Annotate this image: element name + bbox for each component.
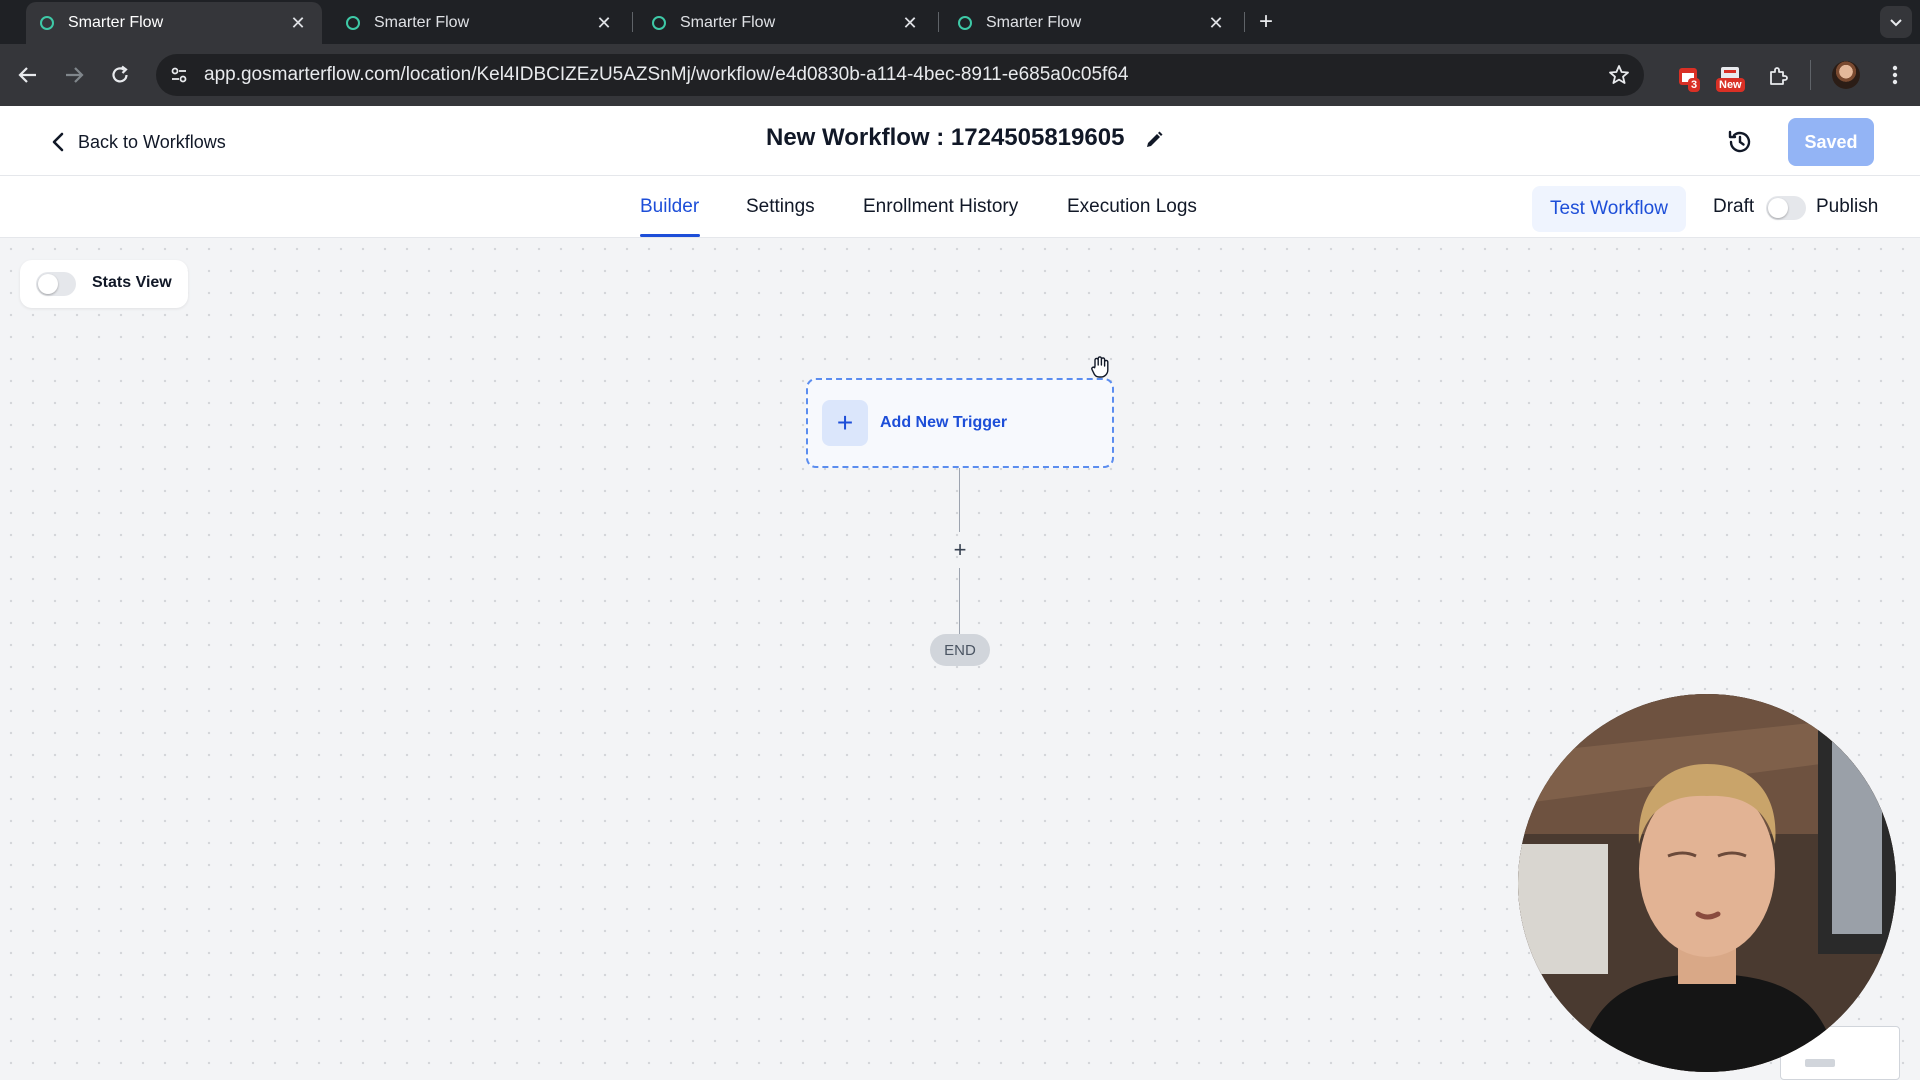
reload-icon (112, 65, 128, 83)
browser-menu-button[interactable] (1880, 60, 1910, 90)
toggle-knob (1768, 198, 1788, 218)
more-vertical-icon (1892, 65, 1898, 85)
smarter-flow-favicon-icon (346, 16, 360, 30)
tab-separator (1244, 12, 1245, 32)
browser-tab[interactable]: Smarter Flow ✕ (332, 2, 628, 44)
stats-view-card: Stats View (20, 260, 188, 308)
arrow-right-icon (66, 67, 84, 83)
version-history-icon[interactable] (1726, 128, 1754, 156)
flow-connector-line (959, 468, 960, 532)
close-tab-icon[interactable]: ✕ (900, 13, 920, 33)
new-extension-icon[interactable]: New (1714, 60, 1746, 92)
add-new-trigger-button[interactable]: + Add New Trigger (806, 378, 1114, 468)
url-text[interactable]: app.gosmarterflow.com/location/Kel4IDBCI… (204, 64, 1600, 86)
workflow-title: New Workflow : 1724505819605 (766, 124, 1125, 151)
tab-settings[interactable]: Settings (746, 196, 815, 218)
reload-button[interactable] (104, 59, 136, 91)
bookmark-star-icon[interactable] (1600, 56, 1638, 94)
browser-tab[interactable]: Smarter Flow ✕ (638, 2, 934, 44)
workflow-header: Back to Workflows New Workflow : 1724505… (0, 106, 1920, 176)
tab-separator (632, 12, 633, 32)
add-action-button[interactable]: + (946, 536, 974, 564)
test-workflow-button[interactable]: Test Workflow (1532, 186, 1686, 232)
address-bar[interactable]: app.gosmarterflow.com/location/Kel4IDBCI… (156, 54, 1644, 96)
forward-button[interactable] (58, 59, 90, 91)
draft-label: Draft (1713, 196, 1755, 217)
workflow-nav-bar: Builder Settings Enrollment History Exec… (0, 176, 1920, 238)
site-settings-icon[interactable] (160, 56, 198, 94)
profile-avatar[interactable] (1832, 61, 1860, 89)
browser-tab-title: Smarter Flow (68, 14, 164, 31)
close-tab-icon[interactable]: ✕ (594, 13, 614, 33)
tab-separator (938, 12, 939, 32)
browser-tab-title: Smarter Flow (680, 14, 776, 31)
tab-enrollment-history[interactable]: Enrollment History (863, 196, 1018, 218)
presenter-video-image (1518, 694, 1896, 1072)
saved-button[interactable]: Saved (1788, 118, 1874, 166)
arrow-left-icon (18, 67, 36, 83)
back-button[interactable] (12, 59, 44, 91)
browser-toolbar: app.gosmarterflow.com/location/Kel4IDBCI… (0, 44, 1920, 106)
close-tab-icon[interactable]: ✕ (1206, 13, 1226, 33)
active-tab-indicator (640, 234, 700, 237)
tab-builder[interactable]: Builder (640, 196, 699, 218)
calendar-extension-icon[interactable]: 3 (1672, 60, 1704, 92)
smarter-flow-favicon-icon (652, 16, 666, 30)
stats-view-toggle[interactable] (36, 272, 76, 296)
extension-badge: New (1716, 78, 1745, 92)
presenter-webcam (1518, 694, 1896, 1072)
grab-hand-cursor-icon (1091, 356, 1109, 378)
toolbar-divider (1810, 60, 1811, 90)
flow-connector-line (959, 568, 960, 634)
publish-label: Publish (1816, 196, 1879, 217)
browser-tab-title: Smarter Flow (374, 14, 470, 31)
tab-execution-logs[interactable]: Execution Logs (1067, 196, 1197, 218)
puzzle-icon[interactable] (1762, 60, 1794, 92)
smarter-flow-favicon-icon (40, 16, 54, 30)
browser-tab-strip: Smarter Flow ✕ Smarter Flow ✕ Smarter Fl… (0, 0, 1920, 44)
pencil-icon[interactable] (1142, 128, 1166, 152)
stats-view-label: Stats View (92, 274, 172, 291)
close-tab-icon[interactable]: ✕ (288, 13, 308, 33)
tab-search-button[interactable] (1880, 6, 1912, 38)
back-to-workflows-link[interactable]: Back to Workflows (48, 126, 226, 158)
toggle-knob (38, 274, 58, 294)
minimap-viewport (1805, 1059, 1835, 1067)
back-to-workflows-label: Back to Workflows (78, 131, 226, 152)
browser-tab[interactable]: Smarter Flow ✕ (26, 2, 322, 44)
add-new-trigger-label: Add New Trigger (880, 414, 1008, 431)
browser-tab-title: Smarter Flow (986, 14, 1082, 31)
chevron-down-icon (1890, 19, 1902, 27)
browser-tab[interactable]: Smarter Flow ✕ (944, 2, 1240, 44)
new-tab-button[interactable]: + (1250, 6, 1282, 38)
end-node: END (930, 634, 990, 666)
extension-badge: 3 (1688, 78, 1701, 92)
plus-icon: + (822, 400, 868, 446)
chevron-left-icon (52, 132, 64, 152)
publish-toggle[interactable] (1766, 196, 1806, 220)
smarter-flow-favicon-icon (958, 16, 972, 30)
